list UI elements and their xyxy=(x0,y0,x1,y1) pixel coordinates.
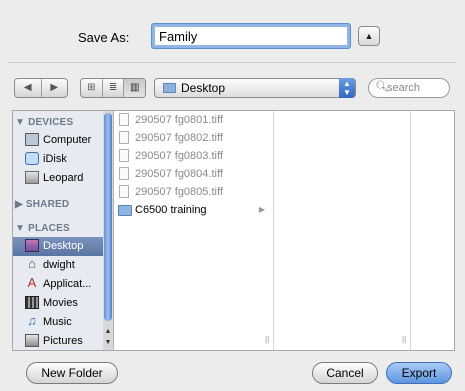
applications-icon: A xyxy=(27,275,37,290)
location-label: Desktop xyxy=(181,81,226,95)
sidebar-item-label: dwight xyxy=(43,259,75,271)
sidebar-item-leopard[interactable]: Leopard xyxy=(13,169,103,188)
desktop-icon xyxy=(25,239,39,252)
search-placeholder: search xyxy=(387,82,421,94)
scroll-down-icon[interactable]: ▼ xyxy=(103,338,113,348)
view-mode-buttons: ⊞ ≣ ▥ xyxy=(80,78,146,98)
sidebar-item-music[interactable]: ♫ Music xyxy=(13,313,103,332)
hard-drive-icon xyxy=(25,171,39,184)
back-button[interactable]: ◀ xyxy=(15,79,42,97)
sidebar-item-pictures[interactable]: Pictures xyxy=(13,332,103,350)
export-button[interactable]: Export xyxy=(386,362,452,384)
popup-arrows-icon: ▲ ▼ xyxy=(339,78,355,98)
cancel-button[interactable]: Cancel xyxy=(312,362,378,384)
sidebar-item-desktop[interactable]: Desktop xyxy=(13,237,103,256)
column-view-button[interactable]: ▥ xyxy=(124,79,145,97)
icon-view-button[interactable]: ⊞ xyxy=(81,79,103,97)
sidebar-item-label: Applicat... xyxy=(43,278,92,290)
tiff-file-icon xyxy=(119,149,129,162)
divider xyxy=(8,62,457,63)
file-name: 290507 fg0803.tiff xyxy=(135,150,223,162)
sidebar-heading-devices[interactable]: ▼ DEVICES xyxy=(15,117,73,128)
location-popup[interactable]: Desktop ▲ ▼ xyxy=(154,78,356,98)
column-resize-handle[interactable]: || xyxy=(402,335,406,344)
sidebar-item-label: Music xyxy=(43,316,72,328)
tiff-file-icon xyxy=(119,185,129,198)
sidebar-heading-places[interactable]: ▼ PLACES xyxy=(15,223,70,234)
triangle-up-icon: ▲ xyxy=(364,31,374,41)
sidebar-item-label: Computer xyxy=(43,134,92,146)
new-folder-button[interactable]: New Folder xyxy=(26,362,118,384)
tiff-file-icon xyxy=(119,113,129,126)
file-row[interactable]: 290507 fg0803.tiff xyxy=(113,148,271,166)
tiff-file-icon xyxy=(119,167,129,180)
forward-button[interactable]: ▶ xyxy=(42,79,68,97)
tiff-file-icon xyxy=(119,131,129,144)
file-row[interactable]: 290507 fg0804.tiff xyxy=(113,166,271,184)
search-input[interactable]: 🔍︎ search xyxy=(368,78,450,98)
sidebar-item-applications[interactable]: A Applicat... xyxy=(13,275,103,294)
save-dialog: Save As: ▲ ◀ ▶ ⊞ ≣ ▥ Desktop ▲▼ 🔍︎ searc… xyxy=(0,0,465,391)
empty-column: || xyxy=(274,111,411,350)
pictures-icon xyxy=(25,334,39,347)
file-column: 290507 fg0801.tiff 290507 fg0802.tiff 29… xyxy=(113,111,274,350)
sidebar-scrollbar[interactable]: ▲ ▼ xyxy=(103,111,113,350)
scroll-up-icon[interactable]: ▲ xyxy=(103,327,113,337)
file-row[interactable]: 290507 fg0802.tiff xyxy=(113,130,271,148)
file-row[interactable]: 290507 fg0801.tiff xyxy=(113,112,271,130)
file-row[interactable]: 290507 fg0805.tiff xyxy=(113,184,271,202)
sidebar-item-label: Movies xyxy=(43,297,78,309)
sidebar-item-label: Leopard xyxy=(43,172,84,184)
sidebar-item-label: Pictures xyxy=(43,335,83,347)
empty-column xyxy=(411,111,454,350)
folder-name: C6500 training xyxy=(135,204,207,216)
file-name: 290507 fg0804.tiff xyxy=(135,168,223,180)
sidebar-item-computer[interactable]: Computer xyxy=(13,131,103,150)
folder-icon xyxy=(118,205,132,216)
save-as-field[interactable] xyxy=(152,24,350,48)
sidebar: ▼ DEVICES Computer iDisk Leopard ▶ SHARE… xyxy=(13,111,114,350)
file-name: 290507 fg0802.tiff xyxy=(135,132,223,144)
folder-row[interactable]: C6500 training ▶ xyxy=(113,202,271,220)
sidebar-item-idisk[interactable]: iDisk xyxy=(13,150,103,169)
disclosure-arrow-icon: ▶ xyxy=(258,205,265,214)
sidebar-item-movies[interactable]: Movies xyxy=(13,294,103,313)
sidebar-item-dwight[interactable]: ⌂ dwight xyxy=(13,256,103,275)
file-browser: ▼ DEVICES Computer iDisk Leopard ▶ SHARE… xyxy=(12,110,455,351)
save-as-label: Save As: xyxy=(78,30,130,45)
column-resize-handle[interactable]: || xyxy=(265,335,269,344)
back-forward-buttons: ◀ ▶ xyxy=(14,78,68,98)
idisk-icon xyxy=(25,152,39,165)
folder-icon xyxy=(163,83,176,93)
list-view-button[interactable]: ≣ xyxy=(103,79,125,97)
music-note-icon: ♫ xyxy=(27,313,37,328)
home-icon: ⌂ xyxy=(28,256,36,271)
file-name: 290507 fg0801.tiff xyxy=(135,114,223,126)
file-name: 290507 fg0805.tiff xyxy=(135,186,223,198)
sidebar-item-label: Desktop xyxy=(43,240,84,252)
scrollbar-thumb[interactable] xyxy=(104,113,112,321)
sidebar-heading-shared[interactable]: ▶ SHARED xyxy=(15,199,69,210)
collapse-dialog-button[interactable]: ▲ xyxy=(358,26,380,46)
computer-icon xyxy=(25,133,39,146)
sidebar-item-label: iDisk xyxy=(43,153,67,165)
film-icon xyxy=(25,296,39,309)
